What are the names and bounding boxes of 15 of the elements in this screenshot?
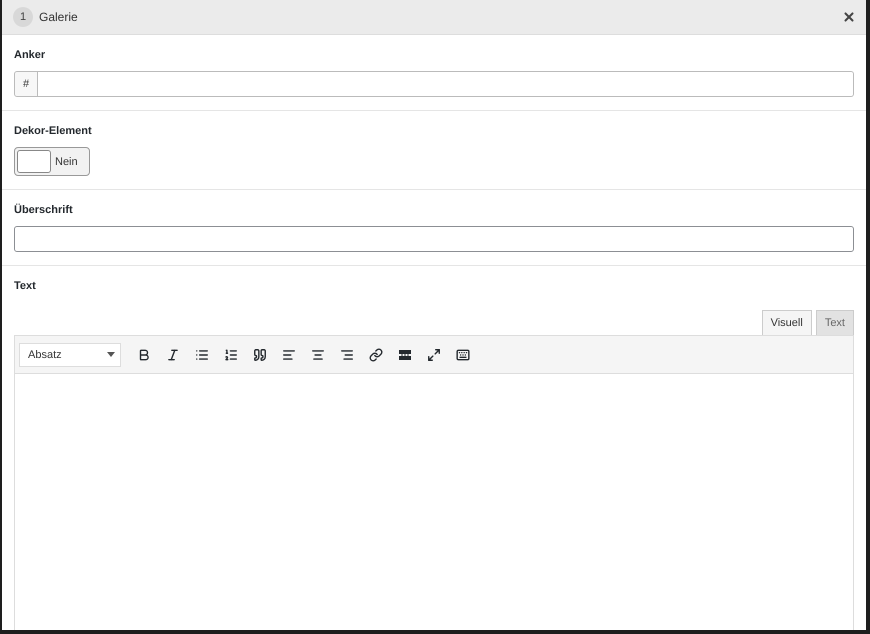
field-label: Text xyxy=(14,280,37,292)
close-button[interactable] xyxy=(842,10,856,24)
heading-field[interactable] xyxy=(14,226,854,252)
field-label: Dekor-Element xyxy=(14,125,93,137)
hash-prefix: # xyxy=(14,71,38,97)
field-label: Überschrift xyxy=(14,204,74,216)
field-label: Anker xyxy=(14,49,46,61)
item-number: 1 xyxy=(13,7,33,27)
caret-icon xyxy=(107,352,115,357)
editor-tab[interactable]: Text xyxy=(816,310,854,336)
toggle-switch[interactable]: Nein xyxy=(14,147,90,176)
anchor-field[interactable] xyxy=(38,71,854,97)
format-dropdown[interactable]: Absatz xyxy=(19,342,121,366)
editor-tab[interactable]: Visuell xyxy=(762,310,812,336)
dialog-title: Galerie xyxy=(39,10,79,24)
